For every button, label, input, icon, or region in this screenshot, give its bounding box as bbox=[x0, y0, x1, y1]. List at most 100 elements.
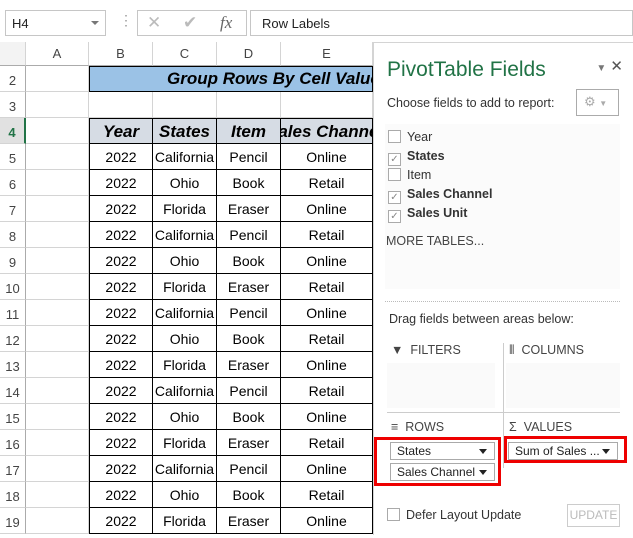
close-icon[interactable]: ✕ bbox=[610, 58, 623, 75]
table-cell[interactable]: 2022 bbox=[89, 170, 153, 196]
cell[interactable] bbox=[26, 248, 89, 274]
select-all[interactable] bbox=[0, 42, 26, 66]
table-cell[interactable]: Online bbox=[281, 196, 373, 222]
table-cell[interactable]: Florida bbox=[153, 352, 217, 378]
cell[interactable] bbox=[26, 300, 89, 326]
row-header-18[interactable]: 18 bbox=[0, 482, 26, 508]
field-states[interactable]: ✓ States bbox=[388, 149, 445, 166]
table-cell[interactable]: Pencil bbox=[217, 378, 281, 404]
table-cell[interactable]: 2022 bbox=[89, 196, 153, 222]
table-cell[interactable]: Eraser bbox=[217, 430, 281, 456]
column-header-e[interactable]: E bbox=[281, 42, 373, 66]
table-cell[interactable]: Retail bbox=[281, 326, 373, 352]
row-header-14[interactable]: 14 bbox=[0, 378, 26, 404]
table-cell[interactable]: Online bbox=[281, 456, 373, 482]
table-cell[interactable]: Ohio bbox=[153, 248, 217, 274]
table-cell[interactable]: Pencil bbox=[217, 300, 281, 326]
table-cell[interactable]: Retail bbox=[281, 430, 373, 456]
table-cell[interactable]: Eraser bbox=[217, 274, 281, 300]
column-header-b[interactable]: B bbox=[89, 42, 153, 66]
table-cell[interactable]: 2022 bbox=[89, 248, 153, 274]
row-header-2[interactable]: 2 bbox=[0, 66, 26, 92]
row-header-8[interactable]: 8 bbox=[0, 222, 26, 248]
table-cell[interactable]: Florida bbox=[153, 274, 217, 300]
table-cell[interactable]: Book bbox=[217, 482, 281, 508]
table-cell[interactable]: 2022 bbox=[89, 456, 153, 482]
table-cell[interactable]: California bbox=[153, 456, 217, 482]
cell[interactable] bbox=[26, 352, 89, 378]
table-cell[interactable]: Online bbox=[281, 352, 373, 378]
cell[interactable] bbox=[26, 508, 89, 534]
filters-drop-area[interactable] bbox=[387, 363, 495, 408]
table-cell[interactable]: 2022 bbox=[89, 274, 153, 300]
table-cell[interactable]: Retail bbox=[281, 170, 373, 196]
table-cell[interactable]: Online bbox=[281, 300, 373, 326]
column-header-a[interactable]: A bbox=[26, 42, 89, 66]
table-cell[interactable]: Ohio bbox=[153, 482, 217, 508]
checkbox[interactable]: ✓ bbox=[388, 153, 401, 166]
table-cell[interactable]: Ohio bbox=[153, 170, 217, 196]
table-cell[interactable]: Florida bbox=[153, 508, 217, 534]
cell[interactable] bbox=[26, 144, 89, 170]
cell[interactable] bbox=[217, 92, 281, 118]
table-cell[interactable]: California bbox=[153, 222, 217, 248]
cell[interactable] bbox=[26, 170, 89, 196]
cell[interactable] bbox=[26, 326, 89, 352]
row-header-13[interactable]: 13 bbox=[0, 352, 26, 378]
defer-layout-checkbox[interactable]: Defer Layout Update bbox=[387, 508, 521, 522]
pane-options-icon[interactable]: ▼ bbox=[596, 63, 606, 74]
chevron-down-icon[interactable] bbox=[91, 21, 99, 25]
row-header-17[interactable]: 17 bbox=[0, 456, 26, 482]
row-header-7[interactable]: 7 bbox=[0, 196, 26, 222]
table-cell[interactable]: Book bbox=[217, 326, 281, 352]
field-year[interactable]: Year bbox=[388, 130, 432, 146]
name-box[interactable]: H4 bbox=[5, 10, 106, 36]
cell[interactable] bbox=[26, 274, 89, 300]
row-header-15[interactable]: 15 bbox=[0, 404, 26, 430]
cell[interactable] bbox=[89, 92, 153, 118]
row-header-6[interactable]: 6 bbox=[0, 170, 26, 196]
table-cell[interactable]: Retail bbox=[281, 222, 373, 248]
field-sales-unit[interactable]: ✓ Sales Unit bbox=[388, 206, 467, 223]
column-header-c[interactable]: C bbox=[153, 42, 217, 66]
row-header-4[interactable]: 4 bbox=[0, 118, 26, 144]
cell[interactable] bbox=[26, 222, 89, 248]
cell[interactable] bbox=[26, 196, 89, 222]
table-cell[interactable]: Online bbox=[281, 404, 373, 430]
table-cell[interactable]: Florida bbox=[153, 430, 217, 456]
table-cell[interactable]: Florida bbox=[153, 196, 217, 222]
table-cell[interactable]: 2022 bbox=[89, 482, 153, 508]
table-cell[interactable]: Pencil bbox=[217, 222, 281, 248]
table-cell[interactable]: Ohio bbox=[153, 404, 217, 430]
table-cell[interactable]: 2022 bbox=[89, 430, 153, 456]
table-cell[interactable]: 2022 bbox=[89, 508, 153, 534]
table-cell[interactable]: Pencil bbox=[217, 456, 281, 482]
table-cell[interactable]: 2022 bbox=[89, 144, 153, 170]
table-cell[interactable]: 2022 bbox=[89, 378, 153, 404]
table-cell[interactable]: Ohio bbox=[153, 326, 217, 352]
cell[interactable] bbox=[281, 92, 373, 118]
cell[interactable] bbox=[26, 118, 89, 144]
cell[interactable] bbox=[26, 482, 89, 508]
column-header-d[interactable]: D bbox=[217, 42, 281, 66]
cell[interactable] bbox=[26, 404, 89, 430]
update-button[interactable]: UPDATE bbox=[567, 504, 620, 527]
table-cell[interactable]: Book bbox=[217, 170, 281, 196]
cell[interactable] bbox=[26, 430, 89, 456]
table-cell[interactable]: Eraser bbox=[217, 352, 281, 378]
row-header-3[interactable]: 3 bbox=[0, 92, 26, 118]
table-cell[interactable]: Eraser bbox=[217, 508, 281, 534]
cancel-icon[interactable]: ✕ bbox=[147, 13, 161, 33]
table-cell[interactable]: Pencil bbox=[217, 144, 281, 170]
cell[interactable] bbox=[153, 92, 217, 118]
row-header-10[interactable]: 10 bbox=[0, 274, 26, 300]
function-icon[interactable]: fx bbox=[220, 13, 232, 33]
table-cell[interactable]: Online bbox=[281, 144, 373, 170]
row-header-16[interactable]: 16 bbox=[0, 430, 26, 456]
cell[interactable] bbox=[26, 66, 89, 92]
checkbox[interactable] bbox=[388, 130, 401, 143]
checkbox[interactable] bbox=[388, 168, 401, 181]
row-header-9[interactable]: 9 bbox=[0, 248, 26, 274]
field-item[interactable]: Item bbox=[388, 168, 431, 184]
table-cell[interactable]: Online bbox=[281, 508, 373, 534]
